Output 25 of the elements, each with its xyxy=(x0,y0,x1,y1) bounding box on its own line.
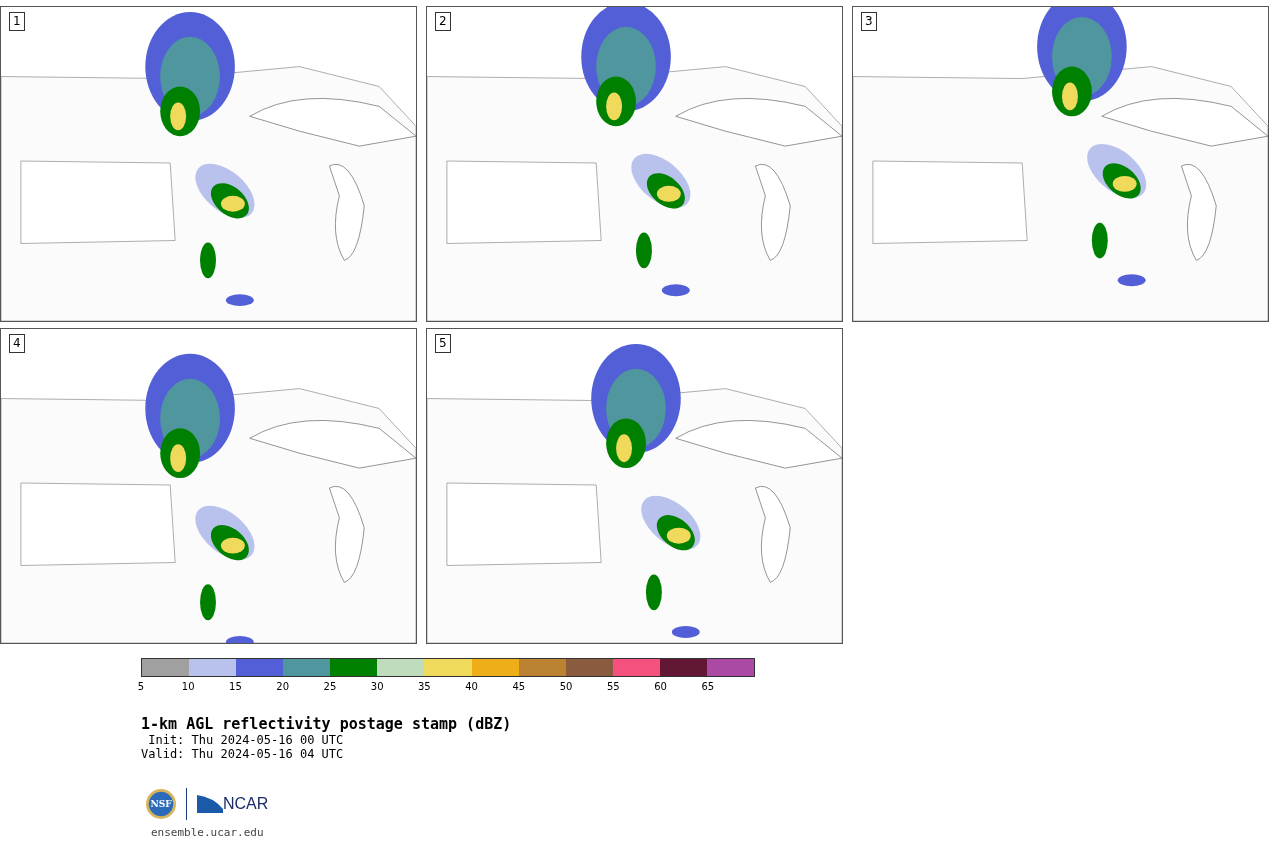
valid-time: Valid: Thu 2024-05-16 04 UTC xyxy=(141,747,345,761)
tick-label: 60 xyxy=(654,681,667,692)
panel-number: 2 xyxy=(435,12,451,31)
tick-label: 30 xyxy=(370,681,384,692)
swoosh-icon xyxy=(197,795,223,813)
tick-label: 50 xyxy=(559,681,573,692)
panel-number: 1 xyxy=(9,12,25,31)
init-time: Init: Thu 2024-05-16 00 UTC xyxy=(147,733,345,747)
tick-label: 20 xyxy=(276,681,290,692)
tick-label: 10 xyxy=(181,681,195,692)
panel-number: 3 xyxy=(861,12,877,31)
tick-label: 45 xyxy=(512,681,526,692)
tick-label: 25 xyxy=(323,681,337,692)
site-url: ensemble.ucar.edu xyxy=(151,826,265,839)
chart-title: 1-km AGL reflectivity postage stamp (dBZ) xyxy=(141,715,513,733)
tick-label: 35 xyxy=(418,681,431,692)
tick-label: 65 xyxy=(701,681,715,692)
tick-label: 55 xyxy=(606,681,620,692)
ncar-logo: NCAR xyxy=(223,795,269,813)
panel-number: 5 xyxy=(435,334,451,353)
panel-number: 4 xyxy=(9,334,25,353)
nsf-logo: NSF xyxy=(146,789,176,819)
tick-label: 40 xyxy=(465,681,478,692)
tick-label: 5 xyxy=(137,681,145,692)
tick-label: 15 xyxy=(229,681,242,692)
